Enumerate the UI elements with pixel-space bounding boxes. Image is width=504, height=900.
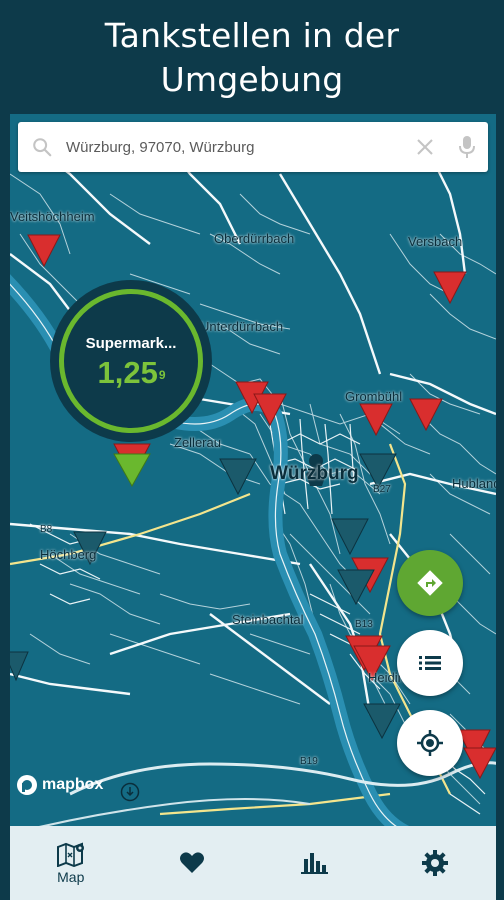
- search-icon[interactable]: [18, 122, 66, 172]
- station-name: Supermark...: [85, 334, 177, 352]
- selected-station-ring: Supermark... 1,259: [59, 289, 203, 433]
- map-icon: [56, 842, 84, 867]
- price-main: 1,25: [97, 354, 158, 390]
- nav-label-map: Map: [57, 869, 85, 885]
- map-label: Hubland: [452, 476, 496, 491]
- info-icon[interactable]: [120, 782, 140, 807]
- map-label: Höchberg: [40, 547, 97, 562]
- bottom-nav: Map: [10, 826, 496, 900]
- mapbox-text: mapbox: [42, 776, 104, 793]
- promo-title-line1: Tankstellen in der: [104, 16, 400, 55]
- road-label: B27: [373, 484, 391, 495]
- map-label: Steinbachtal: [232, 612, 304, 627]
- mic-icon[interactable]: [446, 122, 488, 172]
- road-label: B8: [40, 524, 53, 535]
- directions-button[interactable]: [397, 550, 463, 616]
- promo-title: Tankstellen in der Umgebung: [0, 14, 504, 102]
- list-icon: [419, 656, 441, 670]
- mapbox-icon: [17, 775, 37, 795]
- gear-icon: [422, 850, 449, 876]
- road-label: B19: [300, 756, 318, 767]
- map-label: Unterdürrbach: [200, 319, 284, 334]
- map-label: Veitshöchheim: [10, 209, 95, 224]
- map-label: Zellerau: [174, 435, 221, 450]
- my-location-button[interactable]: [397, 710, 463, 776]
- mapbox-logo[interactable]: mapbox: [16, 774, 103, 796]
- selected-station-bubble[interactable]: Supermark... 1,259: [50, 280, 212, 442]
- directions-icon: [417, 570, 443, 596]
- search-bar[interactable]: Würzburg, 97070, Würzburg: [18, 122, 488, 172]
- map-label: Oberdürrbach: [214, 231, 295, 246]
- price-superscript: 9: [158, 367, 166, 382]
- promo-title-line2: Umgebung: [160, 60, 344, 99]
- nav-item-settings[interactable]: [375, 826, 497, 900]
- heart-icon: [180, 852, 205, 873]
- map-label-city: Würzburg: [270, 463, 359, 484]
- search-input[interactable]: Würzburg, 97070, Würzburg: [66, 139, 404, 156]
- nav-item-statistics[interactable]: [253, 826, 375, 900]
- app-screen: Veitshöchheim Oberdürrbach Versbach Unte…: [10, 114, 496, 900]
- map-label: Grombühl: [345, 389, 403, 404]
- my-location-icon: [417, 730, 443, 756]
- bar-chart-icon: [300, 853, 328, 874]
- road-label: B13: [355, 619, 373, 630]
- nav-item-map[interactable]: Map: [10, 826, 132, 900]
- close-icon[interactable]: [404, 122, 446, 172]
- map-label: Versbach: [408, 234, 463, 249]
- station-price: 1,259: [97, 354, 166, 390]
- list-view-button[interactable]: [397, 630, 463, 696]
- nav-item-favorites[interactable]: [132, 826, 254, 900]
